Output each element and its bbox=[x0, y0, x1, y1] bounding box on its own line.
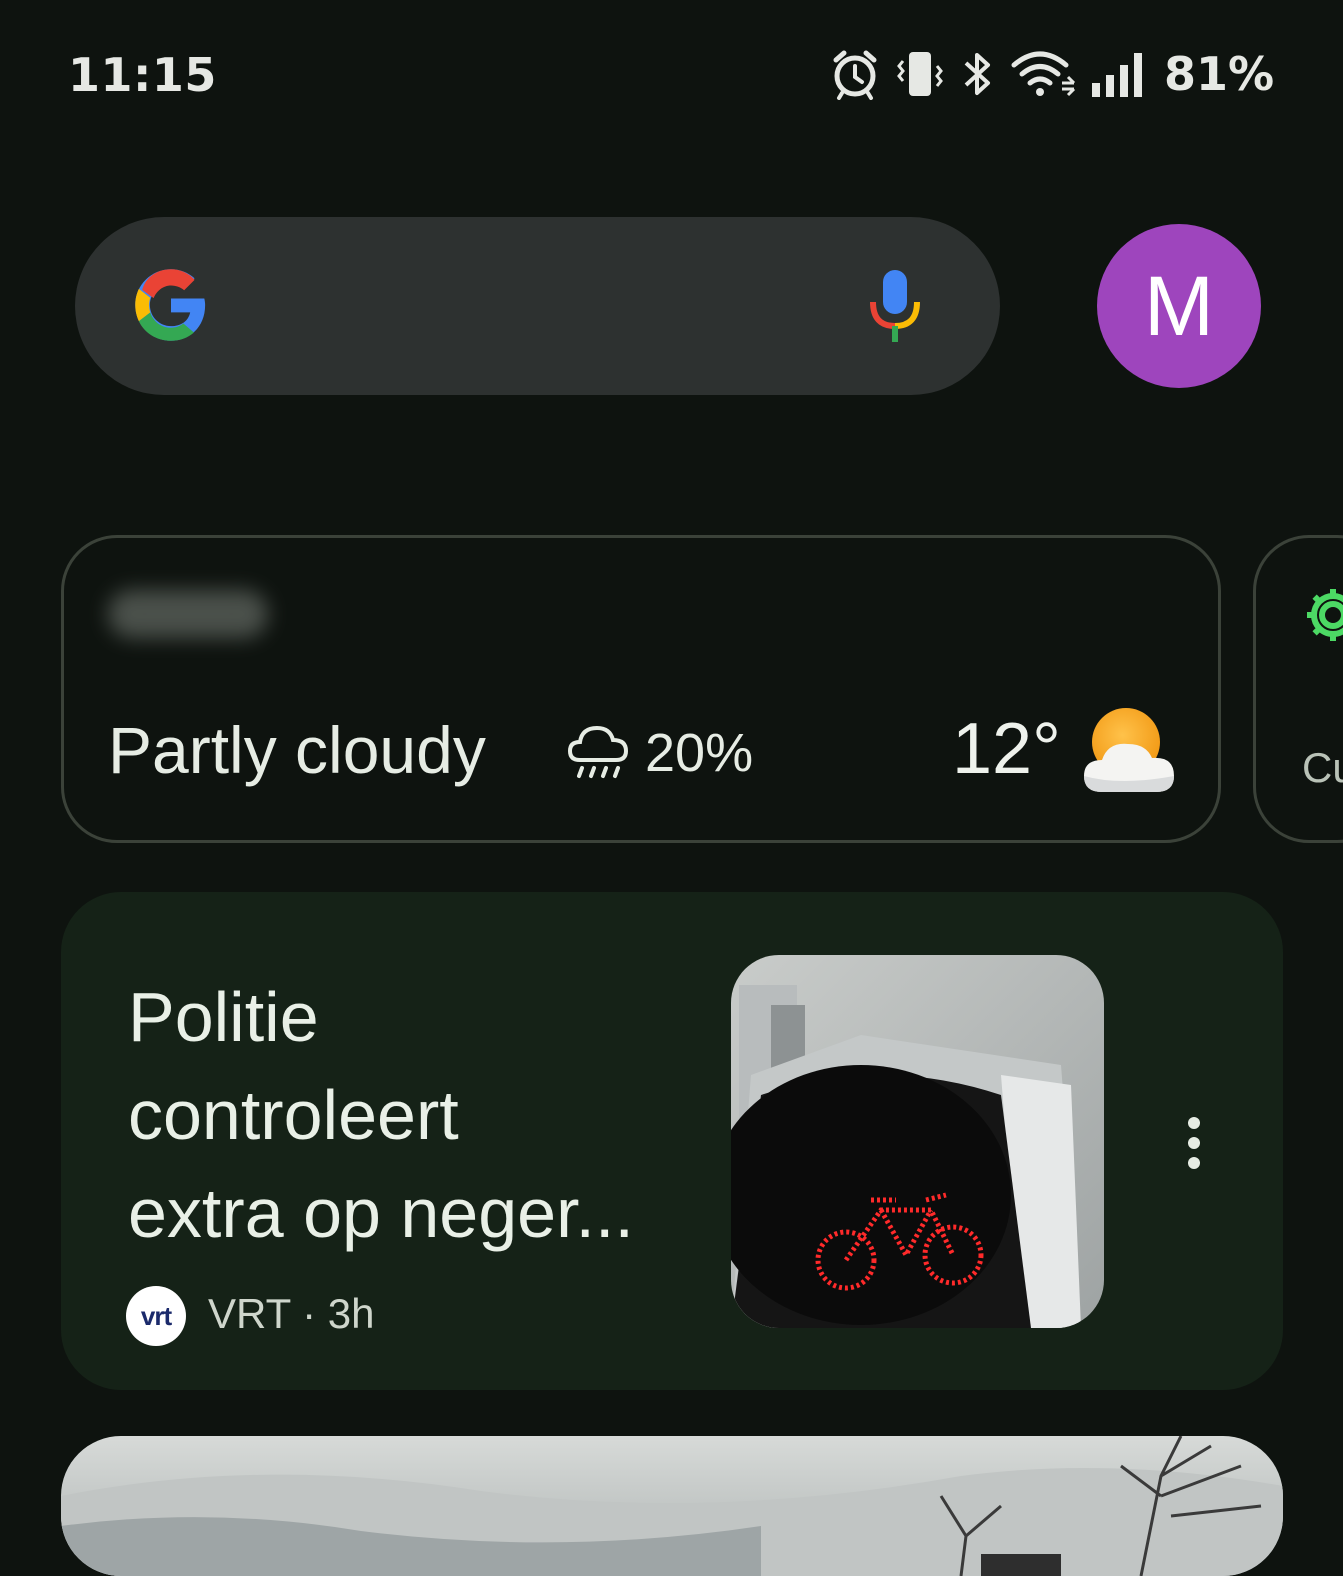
next-news-card-image[interactable] bbox=[61, 1436, 1283, 1576]
alarm-icon bbox=[833, 50, 877, 100]
location-blurred bbox=[108, 590, 268, 638]
temperature: 12° bbox=[952, 709, 1061, 789]
side-card-label: Cu bbox=[1302, 744, 1343, 791]
vibrate-icon bbox=[897, 52, 943, 96]
signal-icon bbox=[1092, 53, 1142, 97]
vrt-logo: vrt bbox=[126, 1286, 186, 1346]
vrt-logo-text: vrt bbox=[140, 1300, 172, 1331]
bluetooth-icon bbox=[964, 53, 990, 95]
google-g-icon bbox=[135, 269, 206, 341]
precipitation-chance: 20% bbox=[645, 723, 754, 783]
wifi-icon bbox=[1011, 51, 1076, 97]
weather-condition: Partly cloudy bbox=[108, 713, 486, 787]
rain-cloud-icon bbox=[567, 725, 629, 778]
account-avatar[interactable]: M bbox=[1097, 224, 1261, 388]
status-icons: 81% bbox=[830, 44, 1274, 104]
mic-icon[interactable] bbox=[866, 268, 924, 346]
headline-line: controleert bbox=[128, 1076, 459, 1154]
more-options-icon[interactable] bbox=[1180, 1116, 1208, 1170]
partly-cloudy-icon bbox=[1084, 708, 1174, 792]
headline-line: extra op neger... bbox=[128, 1174, 634, 1252]
headline-line: Politie bbox=[128, 978, 319, 1056]
search-bar[interactable] bbox=[75, 217, 1000, 395]
gear-icon bbox=[1307, 589, 1343, 641]
status-time: 11:15 bbox=[68, 48, 217, 102]
news-headline[interactable]: Politie controleert extra op neger... bbox=[128, 968, 708, 1262]
battery-level: 81% bbox=[1164, 47, 1275, 101]
weather-card[interactable] bbox=[61, 535, 1221, 843]
side-card[interactable] bbox=[1253, 535, 1343, 843]
news-image[interactable] bbox=[731, 955, 1104, 1328]
news-source: VRT · 3h bbox=[208, 1290, 375, 1337]
